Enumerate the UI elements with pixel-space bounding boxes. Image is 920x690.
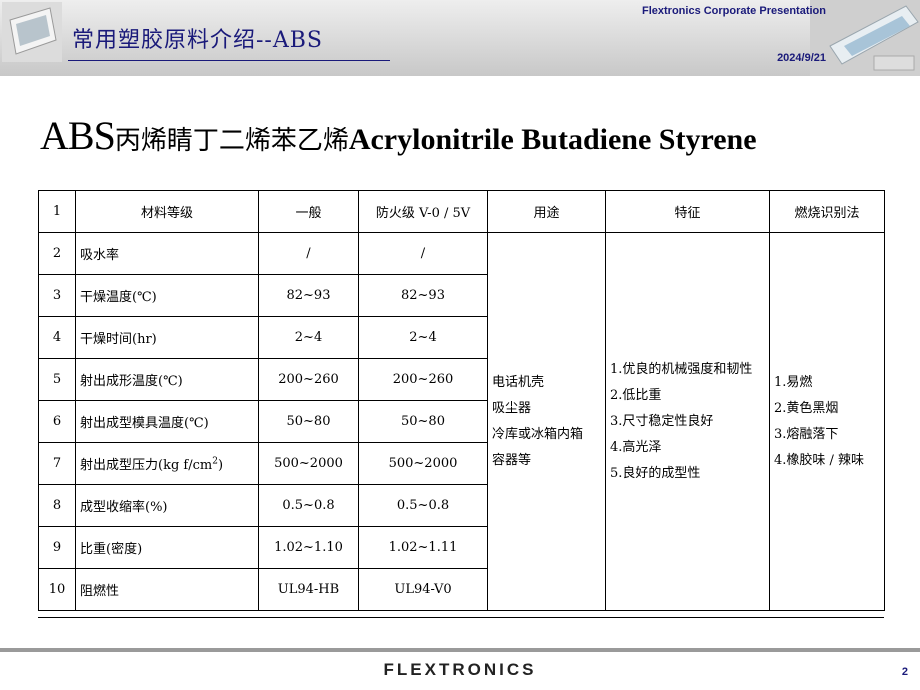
header-device-image-icon [810, 0, 920, 76]
table-cell-num: 9 [38, 526, 76, 569]
heading-abs: ABS [40, 113, 116, 158]
corporate-presentation-label: Flextronics Corporate Presentation [642, 5, 826, 17]
table-cell-general: 50~80 [258, 400, 359, 443]
table-cell-num: 10 [38, 568, 76, 611]
table-cell-num: 1 [38, 190, 76, 233]
table-cell-flame: / [358, 232, 488, 275]
table-cell-num: 2 [38, 232, 76, 275]
table-header-flame: 防火级 V-0 / 5V [358, 190, 488, 233]
slide-header-title: 常用塑胶原料介绍--ABS [72, 28, 323, 53]
table-cell-general: 500~2000 [258, 442, 359, 485]
table-header-features: 特征 [605, 190, 770, 233]
table-cell-general: / [258, 232, 359, 275]
material-spec-table: 1 材料等级 一般 防火级 V-0 / 5V 用途 特征 燃烧识别法 2 吸水率… [38, 190, 885, 611]
table-cell-flame: 1.02~1.11 [358, 526, 488, 569]
slide-heading: ABS丙烯睛丁二烯苯乙烯Acrylonitrile Butadiene Styr… [40, 112, 757, 159]
table-cell-flame: 200~260 [358, 358, 488, 401]
header-title-underline [68, 60, 390, 61]
usage-line: 容器等 [492, 452, 532, 468]
label-text: 射出成型压力(kg f/cm [80, 458, 213, 473]
table-cell-num: 5 [38, 358, 76, 401]
burn-line: 4.橡胶味 / 辣味 [774, 452, 865, 468]
feature-line: 4.高光泽 [610, 439, 662, 455]
usage-line: 电话机壳 [492, 374, 545, 390]
feature-line: 2.低比重 [610, 387, 662, 403]
table-header-usage: 用途 [487, 190, 606, 233]
table-cell-general: 0.5~0.8 [258, 484, 359, 527]
usage-line: 冷库或冰箱内箱 [492, 426, 584, 442]
table-cell-label: 射出成型模具温度(℃) [75, 400, 259, 443]
heading-english-name: Acrylonitrile Butadiene Styrene [348, 123, 757, 156]
burn-line: 1.易燃 [774, 374, 813, 390]
flextronics-emblem-icon [2, 2, 62, 62]
feature-line: 3.尺寸稳定性良好 [610, 413, 714, 429]
date-label: 2024/9/21 [777, 52, 826, 64]
table-cell-general: 2~4 [258, 316, 359, 359]
table-cell-general: 82~93 [258, 274, 359, 317]
table-header-grade: 材料等级 [75, 190, 259, 233]
table-cell-general: 1.02~1.10 [258, 526, 359, 569]
table-cell-num: 7 [38, 442, 76, 485]
table-cell-label: 射出成型压力(kg f/cm2) [75, 442, 259, 485]
heading-chinese-name: 丙烯睛丁二烯苯乙烯 [114, 126, 349, 156]
feature-line: 5.良好的成型性 [610, 465, 701, 481]
table-cell-flame: 82~93 [358, 274, 488, 317]
usage-line: 吸尘器 [492, 400, 532, 416]
table-header-row: 1 材料等级 一般 防火级 V-0 / 5V 用途 特征 燃烧识别法 [38, 190, 885, 233]
table-cell-label: 阻燃性 [75, 568, 259, 611]
table-cell-usage: 电话机壳 吸尘器 冷库或冰箱内箱 容器等 [487, 232, 606, 611]
table-bottom-rule [38, 617, 884, 618]
table-cell-label: 成型收缩率(%) [75, 484, 259, 527]
table-cell-flame: 2~4 [358, 316, 488, 359]
table-cell-num: 3 [38, 274, 76, 317]
table-cell-flame: UL94-V0 [358, 568, 488, 611]
table-cell-num: 4 [38, 316, 76, 359]
table-cell-label: 比重(密度) [75, 526, 259, 569]
table-cell-label: 干燥温度(℃) [75, 274, 259, 317]
table-cell-burn: 1.易燃 2.黄色黑烟 3.熔融落下 4.橡胶味 / 辣味 [769, 232, 885, 611]
table-cell-flame: 50~80 [358, 400, 488, 443]
table-cell-features: 1.优良的机械强度和韧性 2.低比重 3.尺寸稳定性良好 4.高光泽 5.良好的… [605, 232, 770, 611]
table-header-general: 一般 [258, 190, 359, 233]
label-text-end: ) [217, 458, 224, 473]
table-cell-num: 8 [38, 484, 76, 527]
table-cell-label: 干燥时间(hr) [75, 316, 259, 359]
table-cell-flame: 500~2000 [358, 442, 488, 485]
table-cell-label: 射出成形温度(℃) [75, 358, 259, 401]
footer-rule [0, 648, 920, 652]
page-number: 2 [901, 666, 908, 678]
burn-line: 3.熔融落下 [774, 426, 839, 442]
table-cell-general: 200~260 [258, 358, 359, 401]
table-cell-general: UL94-HB [258, 568, 359, 611]
burn-line: 2.黄色黑烟 [774, 400, 839, 416]
table-cell-num: 6 [38, 400, 76, 443]
table-header-burn: 燃烧识别法 [769, 190, 885, 233]
table-row: 2 吸水率 / / 电话机壳 吸尘器 冷库或冰箱内箱 容器等 1.优良的机械强度… [38, 232, 885, 611]
feature-line: 1.优良的机械强度和韧性 [610, 361, 753, 377]
table-cell-label: 吸水率 [75, 232, 259, 275]
flextronics-logo: FLEXTRONICS [383, 660, 537, 679]
table-cell-flame: 0.5~0.8 [358, 484, 488, 527]
